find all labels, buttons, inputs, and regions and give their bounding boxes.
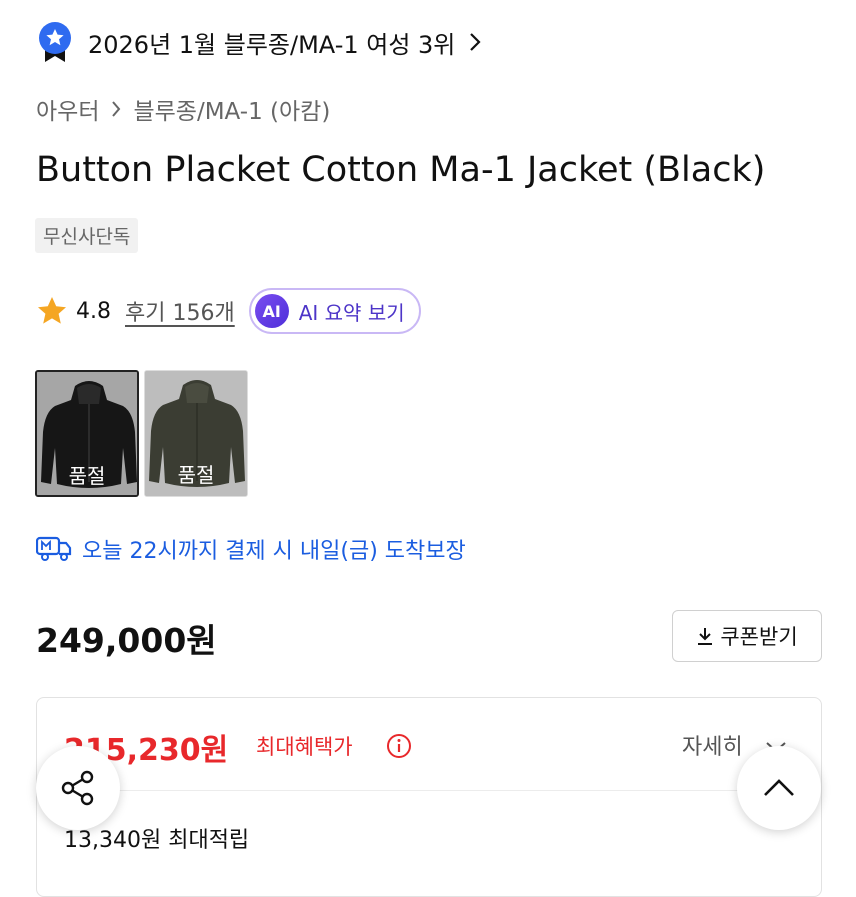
- ai-icon: AI: [254, 294, 289, 328]
- breadcrumb-item-outer[interactable]: 아우터: [36, 92, 99, 126]
- share-icon: [61, 770, 94, 806]
- original-price: 249,000원: [36, 621, 217, 660]
- rank-badge-icon: [39, 22, 71, 62]
- delivery-truck-icon: [36, 536, 72, 561]
- chevron-right-icon: [112, 101, 121, 117]
- ranking-text: 2026년 1월 블루종/MA-1 여성 3위: [88, 30, 456, 59]
- breadcrumb-item-category[interactable]: 블루종/MA-1 (아캄): [133, 92, 330, 126]
- divider: [64, 790, 794, 791]
- review-count-link[interactable]: 후기 156개: [125, 295, 235, 327]
- product-title: Button Placket Cotton Ma-1 Jacket (Black…: [36, 150, 766, 190]
- ai-summary-button[interactable]: AI AI 요약 보기: [248, 288, 421, 334]
- color-option-khaki[interactable]: 품절: [144, 370, 248, 497]
- get-coupon-button[interactable]: 쿠폰받기: [672, 610, 822, 662]
- ranking-banner[interactable]: 2026년 1월 블루종/MA-1 여성 3위: [38, 22, 481, 62]
- color-option-black[interactable]: 품절: [35, 370, 139, 497]
- star-icon: [38, 297, 66, 324]
- rating-row: 4.8 후기 156개 AI AI 요약 보기: [36, 288, 421, 334]
- delivery-text: 오늘 22시까지 결제 시 내일(금) 도착보장: [82, 539, 466, 564]
- coupon-button-label: 쿠폰받기: [720, 625, 798, 649]
- scroll-top-button[interactable]: [737, 746, 821, 830]
- ai-summary-label: AI 요약 보기: [298, 300, 405, 325]
- share-button[interactable]: [36, 746, 120, 830]
- soldout-label: 품절: [68, 464, 106, 488]
- delivery-guarantee: 오늘 22시까지 결제 시 내일(금) 도착보장: [36, 532, 466, 566]
- download-icon: [698, 628, 713, 645]
- detail-toggle[interactable]: 자세히: [682, 729, 743, 761]
- chevron-right-icon: [470, 33, 481, 51]
- info-icon[interactable]: [386, 733, 412, 759]
- soldout-label: 품절: [177, 463, 215, 487]
- max-benefit-label: 최대혜택가: [256, 735, 353, 759]
- rating-score: 4.8: [76, 298, 111, 324]
- chevron-up-icon: [764, 779, 794, 796]
- breadcrumb: 아우터 블루종/MA-1 (아캄): [36, 92, 330, 126]
- exclusive-tag: 무신사단독: [35, 218, 139, 253]
